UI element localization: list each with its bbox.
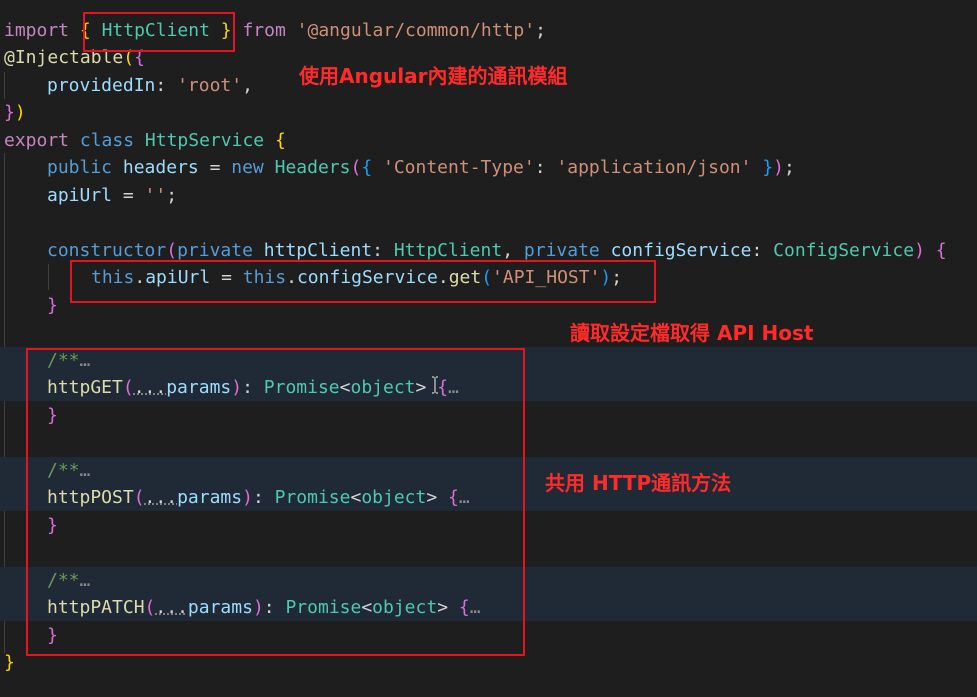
type: Headers xyxy=(274,157,351,178)
text-cursor-icon-graphic xyxy=(432,376,438,394)
keyword: from xyxy=(242,20,286,41)
code-line-class-decl[interactable]: export class HttpService { xyxy=(0,127,977,154)
annotation-builtin-module: 使用Angular內建的通訊模組 xyxy=(299,64,568,88)
text-cursor-icon xyxy=(431,376,439,394)
annotation-config-host: 讀取設定檔取得 API Host xyxy=(570,321,814,345)
brace: { xyxy=(274,130,286,151)
string: '@angular/common/http' xyxy=(296,20,536,41)
punctuation: ; xyxy=(784,157,795,178)
keyword: private xyxy=(523,240,600,261)
code-editor[interactable]: import { HttpClient } from '@angular/com… xyxy=(0,0,977,697)
punctuation: : xyxy=(751,240,774,261)
paren: ) xyxy=(914,240,925,261)
brace: } xyxy=(4,652,15,673)
keyword: export xyxy=(4,130,70,151)
type: HttpClient xyxy=(393,240,503,261)
brace: } xyxy=(4,102,15,123)
brace: { xyxy=(361,157,373,178)
code-line-headers[interactable]: public headers = new Headers({ 'Content-… xyxy=(0,154,977,181)
punctuation: = xyxy=(112,185,145,206)
paren: ) xyxy=(773,157,785,178)
class-name: HttpService xyxy=(144,130,265,151)
brace: } xyxy=(762,157,774,178)
brace: } xyxy=(47,295,58,316)
keyword: constructor xyxy=(47,240,167,261)
punctuation: , xyxy=(242,75,253,96)
string: 'Content-Type' xyxy=(383,157,535,178)
property: headers xyxy=(122,157,199,178)
punctuation: , xyxy=(502,240,524,261)
paren: ) xyxy=(14,102,26,123)
type: ConfigService xyxy=(773,240,915,261)
highlight-box-httpclient xyxy=(83,12,235,52)
punctuation: ; xyxy=(166,185,178,206)
paren: ( xyxy=(350,157,362,178)
property: providedIn xyxy=(47,75,156,96)
brace: { xyxy=(935,240,947,261)
code-line-decorator-end[interactable]: }) xyxy=(0,99,977,126)
keyword: class xyxy=(79,130,135,151)
punctuation: : xyxy=(155,75,178,96)
punctuation: = xyxy=(198,157,232,178)
punctuation: : xyxy=(372,240,394,261)
punctuation: ; xyxy=(535,20,546,41)
code-line-api-url[interactable]: apiUrl = ''; xyxy=(0,182,977,209)
keyword: new xyxy=(231,157,264,178)
decorator-at: @ xyxy=(4,47,15,68)
keyword: import xyxy=(4,20,70,41)
string: '' xyxy=(144,185,167,206)
punctuation: : xyxy=(534,157,557,178)
annotation-shared-methods: 共用 HTTP通訊方法 xyxy=(545,471,732,495)
property: apiUrl xyxy=(47,185,113,206)
string: 'root' xyxy=(177,75,243,96)
highlight-box-config-get xyxy=(70,260,656,303)
keyword: public xyxy=(47,157,113,178)
paren: ( xyxy=(166,240,178,261)
parameter: configService xyxy=(610,240,752,261)
highlight-box-http-methods xyxy=(26,348,525,656)
string: 'application/json' xyxy=(556,157,752,178)
keyword: private xyxy=(177,240,253,261)
parameter: httpClient xyxy=(263,240,373,261)
